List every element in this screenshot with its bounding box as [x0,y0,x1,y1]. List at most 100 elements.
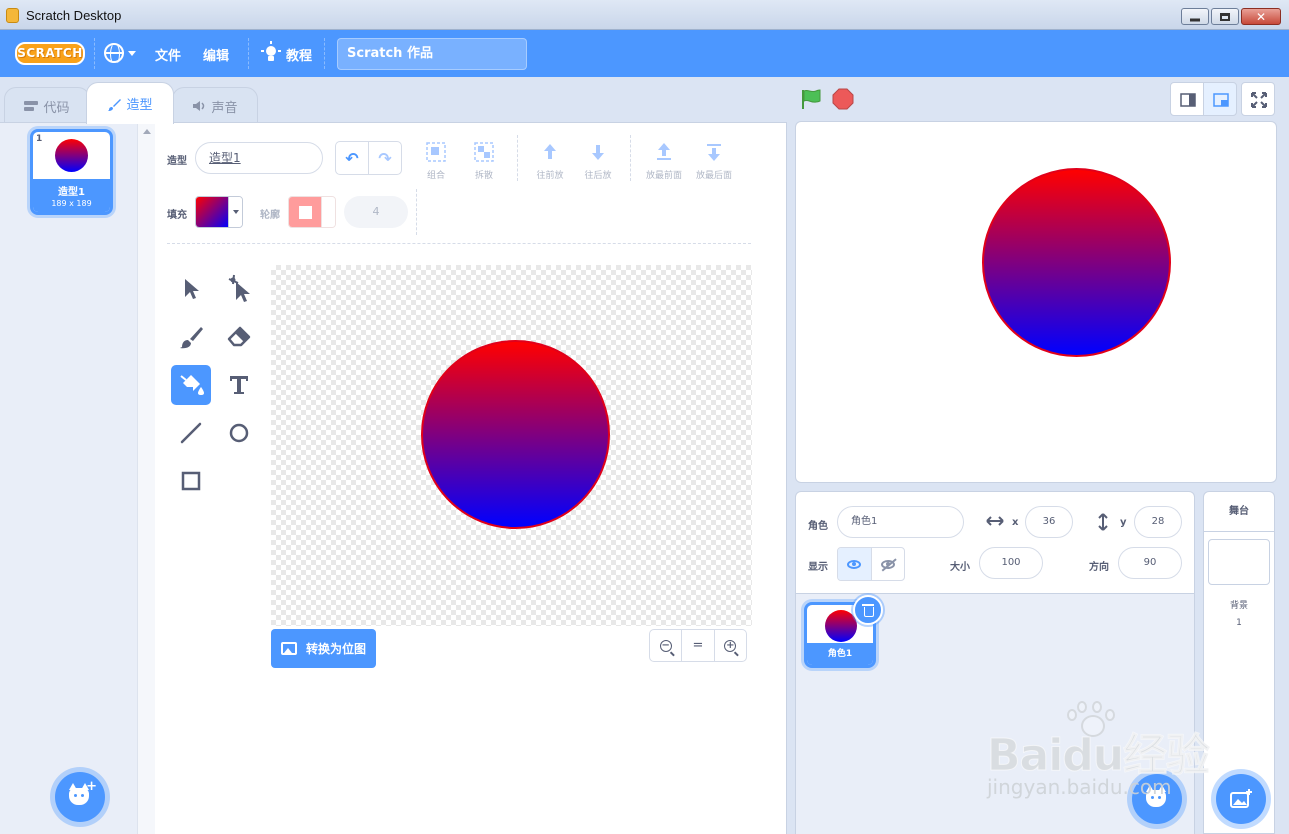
tab-sounds[interactable]: 声音 [172,87,258,124]
zoom-in-icon: + [724,639,737,652]
back-label: 放最后面 [695,171,732,181]
ungroup-icon [473,141,495,163]
scratch-logo[interactable]: SCRATCH [15,42,85,65]
fill-color-picker[interactable] [195,196,243,228]
eye-icon [847,559,862,569]
text-tool[interactable] [219,365,259,405]
menu-divider [94,38,95,69]
tab-code[interactable]: 代码 [4,87,90,124]
green-flag-button[interactable] [800,88,822,110]
sprite-thumbnail [825,610,857,642]
undo-button[interactable]: ↶ [336,142,368,174]
backdrops-label: 背景 [1229,601,1248,611]
stage-sprite[interactable] [982,168,1171,357]
redo-icon: ↷ [378,148,392,168]
fullscreen-icon [1251,92,1267,108]
outline-width-input[interactable]: 4 [344,196,408,228]
select-tool[interactable] [171,269,211,309]
costume-name-input[interactable]: 造型1 [195,142,323,174]
backward-label: 往后放 [584,171,612,181]
group-button[interactable]: 组合 [414,141,458,181]
horizontal-arrows-icon [986,516,1004,526]
choose-costume-button[interactable]: + [55,772,105,822]
brush-icon [180,327,203,349]
text-icon [230,376,248,394]
toolbar-divider [416,189,417,235]
maximize-icon [1220,12,1230,21]
circle-icon [229,423,249,443]
choose-sprite-button[interactable] [1132,774,1182,824]
outline-color-picker[interactable] [288,196,336,228]
costume-list-scrollbar[interactable] [137,123,155,834]
eye-off-icon [880,559,895,569]
y-position-input[interactable]: 28 [1134,506,1182,538]
zoom-out-button[interactable]: − [650,630,681,661]
costume-tile[interactable]: 1 造型1 189 x 189 [30,129,113,215]
convert-to-bitmap-button[interactable]: 转换为位图 [271,629,376,668]
green-flag-icon [802,89,821,109]
costume-tile-size: 189 x 189 [51,199,92,208]
speaker-icon [192,100,206,112]
fill-tool[interactable] [171,365,211,405]
paint-canvas[interactable] [271,265,752,626]
normal-stage-button[interactable] [1203,82,1237,116]
language-menu[interactable] [104,43,136,65]
minimize-button[interactable] [1181,8,1209,25]
brush-tool[interactable] [171,317,211,357]
eraser-tool[interactable] [219,317,259,357]
globe-icon [104,43,124,65]
toolbar-separator [167,243,751,244]
forward-button[interactable]: 往前放 [528,141,572,181]
arrow-up-icon [539,141,561,163]
delete-sprite-button[interactable] [853,595,883,625]
paint-bucket-icon [180,375,204,395]
edit-menu[interactable]: 编辑 [203,45,229,64]
ungroup-button[interactable]: 拆散 [462,141,506,181]
file-menu[interactable]: 文件 [155,45,181,64]
size-label: 大小 [950,562,970,573]
tab-costumes[interactable]: 造型 [86,82,174,124]
tab-costumes-label: 造型 [126,98,153,113]
tutorials-menu[interactable]: 教程 [286,45,312,64]
choose-backdrop-button[interactable] [1216,774,1266,824]
show-label: 显示 [808,562,828,573]
bring-to-front-icon [653,141,675,163]
stage-target-pane[interactable]: 舞台 背景 1 [1203,491,1275,834]
sprite-name-input[interactable]: 角色1 [837,506,964,538]
zoom-reset-button[interactable]: = [681,630,713,661]
direction-input[interactable]: 90 [1118,547,1182,579]
circle-tool[interactable] [219,413,259,453]
sprite-list: 角色1 [796,593,1194,834]
zoom-out-icon: − [659,639,672,652]
lightbulb-icon[interactable] [261,41,281,63]
zoom-in-button[interactable]: + [713,630,746,661]
x-position-input[interactable]: 36 [1025,506,1073,538]
stage-canvas[interactable] [795,121,1277,483]
backdrops-count: 1 [1236,618,1242,628]
toolbar-divider [517,135,518,181]
reshape-icon [228,274,250,302]
costume-index: 1 [36,134,43,144]
fullscreen-button[interactable] [1241,82,1275,116]
reshape-tool[interactable] [219,269,259,309]
sprite-tile-name: 角色1 [807,643,873,665]
redo-button[interactable]: ↷ [368,142,401,174]
project-title-input[interactable]: Scratch 作品 [337,38,527,70]
code-blocks-icon [24,100,39,112]
tab-code-label: 代码 [43,100,70,116]
line-tool[interactable] [171,413,211,453]
small-stage-button[interactable] [1170,82,1204,116]
front-button[interactable]: 放最前面 [642,141,686,181]
stop-button[interactable] [832,88,854,110]
back-button[interactable]: 放最后面 [692,141,736,181]
gradient-circle[interactable] [421,340,610,529]
show-sprite-button[interactable] [838,548,871,580]
rectangle-tool[interactable] [171,461,211,501]
backward-button[interactable]: 往后放 [576,141,620,181]
size-input[interactable]: 100 [979,547,1043,579]
cat-icon [1146,785,1166,807]
maximize-button[interactable] [1211,8,1239,25]
hide-sprite-button[interactable] [870,548,905,580]
menu-bar: SCRATCH 文件 编辑 教程 Scratch 作品 [0,30,1289,77]
close-button[interactable]: ✕ [1241,8,1281,25]
